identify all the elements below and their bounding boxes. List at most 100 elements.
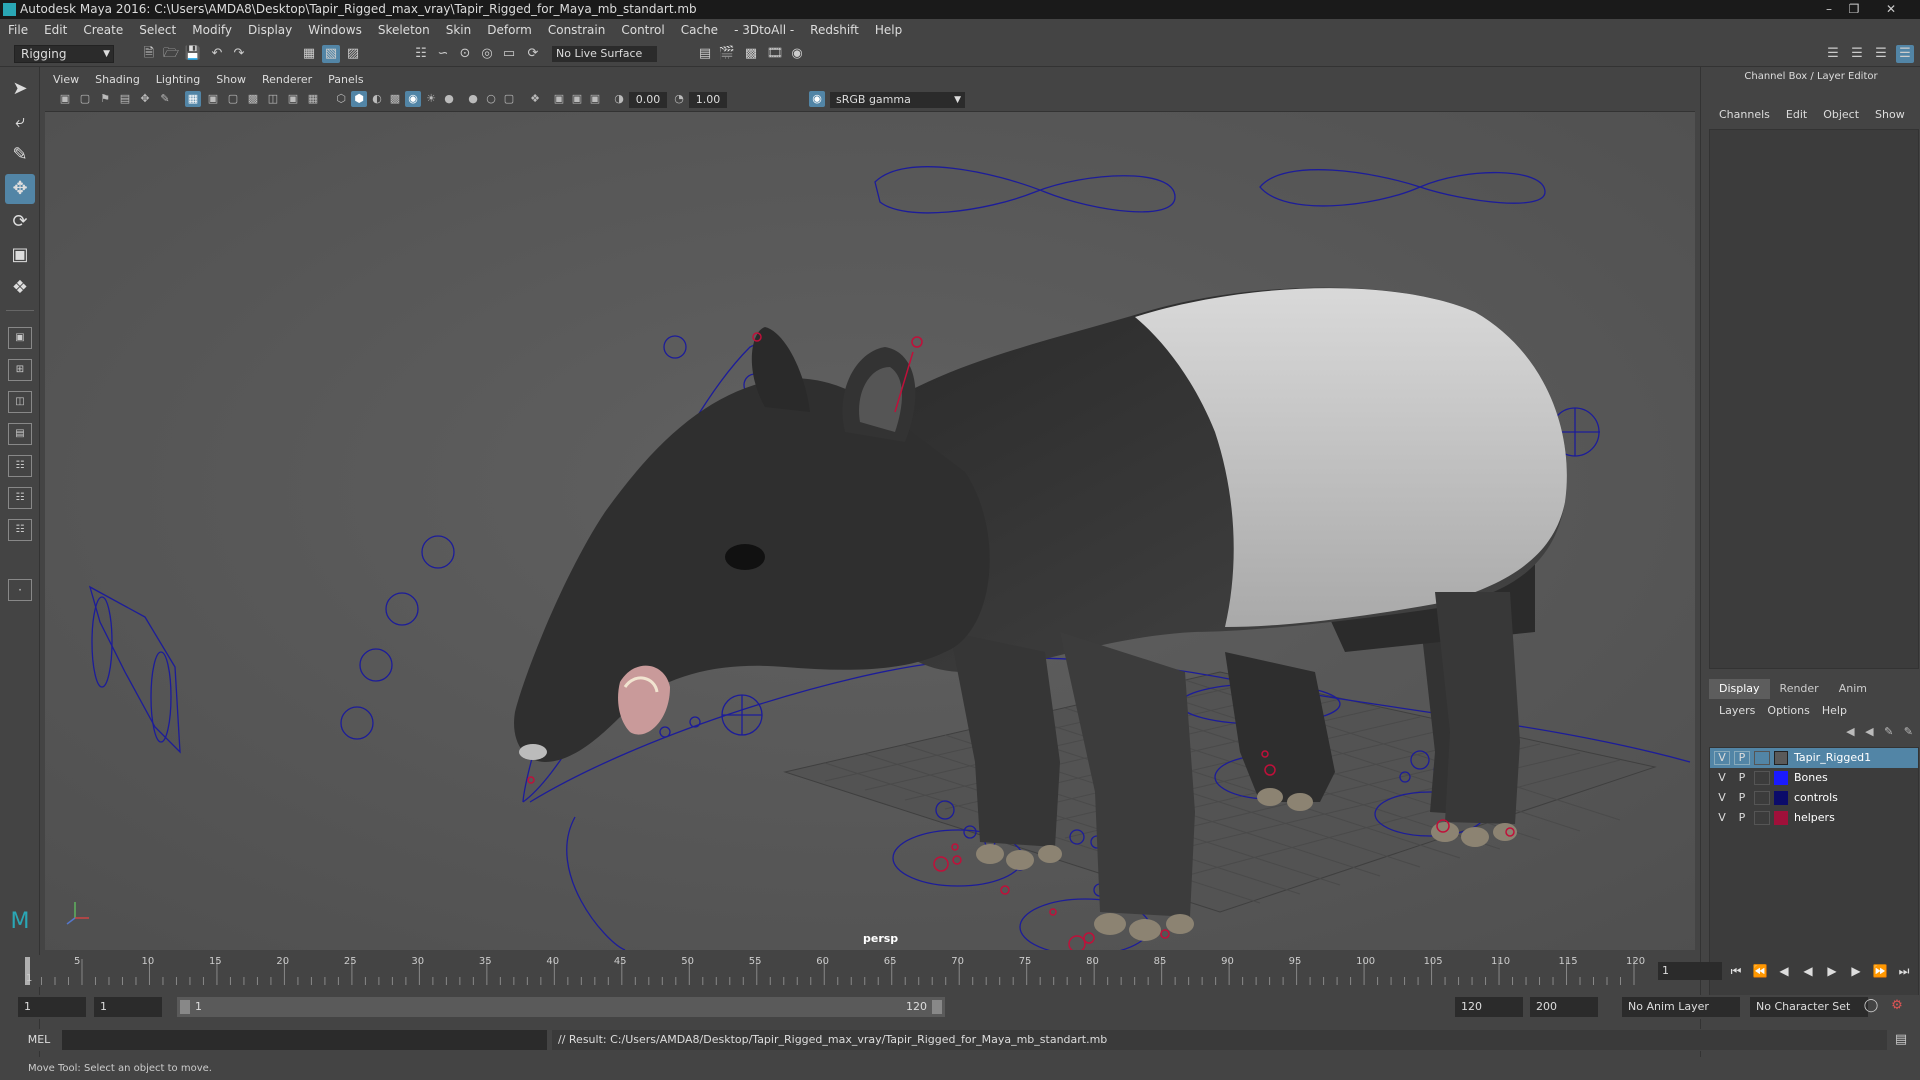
camera-attributes-icon[interactable]: ▢ [77, 91, 93, 107]
safe-action-icon[interactable]: ▣ [285, 91, 301, 107]
vp-menu-renderer[interactable]: Renderer [254, 71, 320, 89]
tab-render[interactable]: Render [1770, 679, 1829, 699]
animation-end-field[interactable]: 200 [1530, 997, 1598, 1017]
character-set-dropdown[interactable]: No Character Set [1750, 997, 1868, 1017]
layer-display-type[interactable] [1754, 811, 1770, 825]
channel-box-area[interactable] [1709, 129, 1919, 669]
new-scene-icon[interactable]: 🗎 [140, 45, 158, 63]
menu-cache[interactable]: Cache [673, 19, 726, 41]
vp-menu-show[interactable]: Show [208, 71, 254, 89]
bookmark-icon[interactable]: ⚑ [97, 91, 113, 107]
undo-icon[interactable]: ↶ [208, 45, 226, 63]
layer-visibility-toggle[interactable]: V [1714, 751, 1730, 765]
gamma-icon[interactable]: ◔ [671, 91, 687, 107]
two-d-pan-icon[interactable]: ✥ [137, 91, 153, 107]
rotate-tool-icon[interactable]: ⟳ [5, 207, 35, 237]
menu-constrain[interactable]: Constrain [540, 19, 614, 41]
viewport-canvas[interactable]: persp [45, 112, 1695, 950]
cb-menu-channels[interactable]: Channels [1711, 108, 1778, 121]
select-tool-icon[interactable]: ➤ [5, 74, 35, 104]
tool-settings-icon[interactable]: ☰ [1872, 45, 1890, 63]
script-editor-icon[interactable]: ▤ [1892, 1031, 1910, 1049]
layer-display-type[interactable] [1754, 791, 1770, 805]
view-transform-dropdown[interactable]: sRGB gamma ▼ [830, 92, 965, 108]
playback-end-field[interactable]: 120 [1455, 997, 1523, 1017]
layer-visibility-toggle[interactable]: V [1714, 788, 1730, 808]
menu-create[interactable]: Create [75, 19, 131, 41]
playback-start-field[interactable]: 1 [94, 997, 162, 1017]
color-management-icon[interactable]: ◉ [809, 91, 825, 107]
layer-row[interactable]: V P Bones [1710, 768, 1918, 788]
anti-aliasing-icon[interactable]: ○ [483, 91, 499, 107]
menu-modify[interactable]: Modify [184, 19, 240, 41]
step-forward-frame-icon[interactable]: ⏩ [1870, 963, 1890, 979]
paint-select-icon[interactable]: ✎ [5, 140, 35, 170]
modeling-toolkit-icon[interactable]: ☰ [1824, 45, 1842, 63]
snap-grid-icon[interactable]: ☷ [412, 45, 430, 63]
textured-icon[interactable]: ▩ [387, 91, 403, 107]
xray-joints-icon[interactable]: ▣ [569, 91, 585, 107]
redo-icon[interactable]: ↷ [230, 45, 248, 63]
single-pane-layout-icon[interactable]: ▣ [8, 327, 32, 349]
menu-display[interactable]: Display [240, 19, 300, 41]
range-slider[interactable]: 1 120 [177, 997, 945, 1017]
layer-color-swatch[interactable] [1774, 771, 1788, 785]
move-layer-down-icon[interactable]: ◀ [1865, 725, 1873, 738]
layer-playback-toggle[interactable]: P [1734, 768, 1750, 788]
wireframe-icon[interactable]: ⬡ [333, 91, 349, 107]
step-back-key-icon[interactable]: ◀ [1774, 963, 1794, 979]
render-view-icon[interactable]: 🎞 [766, 45, 784, 63]
anim-layer-dropdown[interactable]: No Anim Layer [1622, 997, 1740, 1017]
layer-row[interactable]: V P Tapir_Rigged1 [1710, 748, 1918, 768]
menu-edit[interactable]: Edit [36, 19, 75, 41]
current-frame-field[interactable]: 1 [1658, 962, 1722, 980]
menu-help[interactable]: Help [867, 19, 910, 41]
four-pane-layout-icon[interactable]: ⊞ [8, 359, 32, 381]
cb-menu-show[interactable]: Show [1867, 108, 1913, 121]
image-plane-icon[interactable]: ▤ [117, 91, 133, 107]
xray-components-icon[interactable]: ▣ [587, 91, 603, 107]
xray-icon[interactable]: ▣ [551, 91, 567, 107]
film-gate-icon[interactable]: ▣ [205, 91, 221, 107]
go-to-start-icon[interactable]: ⏮ [1726, 963, 1746, 979]
tab-display[interactable]: Display [1709, 679, 1770, 699]
menu-skin[interactable]: Skin [438, 19, 480, 41]
wireframe-on-shaded-icon[interactable]: ◐ [369, 91, 385, 107]
layer-playback-toggle[interactable]: P [1734, 788, 1750, 808]
snap-view-icon[interactable]: ◎ [478, 45, 496, 63]
snap-point-icon[interactable]: ⊙ [456, 45, 474, 63]
vp-menu-shading[interactable]: Shading [87, 71, 148, 89]
layer-visibility-toggle[interactable]: V [1714, 768, 1730, 788]
isolate-select-icon[interactable]: ❖ [527, 91, 543, 107]
le-menu-options[interactable]: Options [1761, 704, 1815, 717]
new-empty-layer-icon[interactable]: ✎ [1884, 725, 1893, 738]
more-layouts-icon[interactable]: · [8, 579, 32, 601]
gamma-field[interactable]: 1.00 [689, 92, 727, 108]
graph-persp-layout-icon[interactable]: ☷ [8, 487, 32, 509]
layer-color-swatch[interactable] [1774, 811, 1788, 825]
play-backwards-icon[interactable]: ◀ [1798, 963, 1818, 979]
channel-box-toggle-icon[interactable]: ☰ [1896, 45, 1914, 63]
layer-display-type[interactable] [1754, 751, 1770, 765]
animation-start-field[interactable]: 1 [18, 997, 86, 1017]
snap-curve-icon[interactable]: ∽ [434, 45, 452, 63]
range-start-handle[interactable] [180, 1000, 190, 1014]
menu-skeleton[interactable]: Skeleton [370, 19, 438, 41]
depth-of-field-icon[interactable]: ▢ [501, 91, 517, 107]
script-language-toggle[interactable]: MEL [18, 1029, 60, 1051]
resolution-gate-icon[interactable]: ▢ [225, 91, 241, 107]
safe-title-icon[interactable]: ▦ [305, 91, 321, 107]
menu-3dtoall[interactable]: - 3DtoAll - [726, 19, 802, 41]
play-forwards-icon[interactable]: ▶ [1822, 963, 1842, 979]
animation-preferences-icon[interactable]: ⚙ [1888, 997, 1906, 1015]
menu-select[interactable]: Select [131, 19, 184, 41]
save-scene-icon[interactable]: 💾 [184, 45, 202, 63]
close-button[interactable]: ✕ [1880, 1, 1902, 17]
make-live-icon[interactable]: ⟳ [524, 45, 542, 63]
move-tool-icon[interactable]: ✥ [5, 174, 35, 204]
menu-file[interactable]: File [0, 19, 36, 41]
field-chart-icon[interactable]: ◫ [265, 91, 281, 107]
two-pane-stacked-layout-icon[interactable]: ▤ [8, 423, 32, 445]
render-frame-icon[interactable]: 🎬 [718, 45, 736, 63]
menu-windows[interactable]: Windows [300, 19, 370, 41]
